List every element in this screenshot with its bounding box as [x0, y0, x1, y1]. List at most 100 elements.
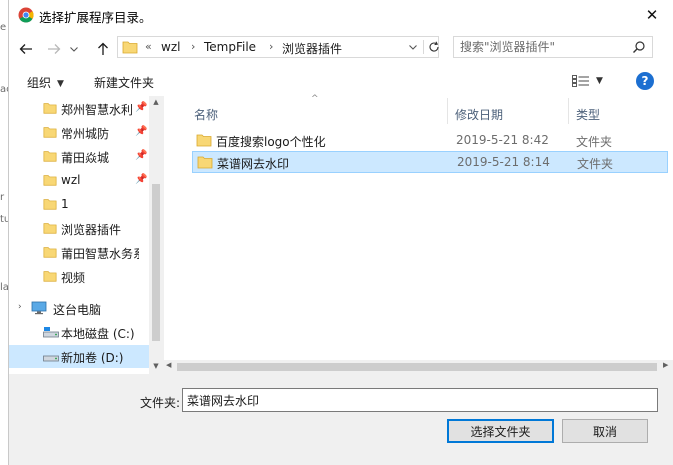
quick-access-label: 莆田焱城 [61, 151, 110, 165]
pin-icon: 📌 [135, 126, 148, 137]
this-pc-label: 这台电脑 [53, 303, 102, 317]
breadcrumb-separator[interactable]: › [269, 40, 273, 53]
up-button[interactable] [92, 39, 114, 59]
file-date: 2019-5-21 8:42 [456, 133, 549, 147]
scroll-up-icon[interactable]: ▲ [151, 98, 161, 106]
quick-access-item[interactable]: 常州城防 📌 [9, 121, 149, 144]
new-folder-button[interactable]: 新建文件夹 [94, 74, 154, 91]
sort-ascending-icon: ^ [311, 94, 319, 104]
change-view-button[interactable]: ▼ [572, 74, 608, 88]
address-bar[interactable]: « wzl › TempFile › 浏览器插件 [117, 36, 439, 58]
breadcrumb-tempfile[interactable]: TempFile [204, 40, 256, 54]
folder-icon [43, 197, 57, 214]
drive-label: 新加卷 (D:) [61, 351, 124, 365]
drive-icon [43, 349, 59, 366]
quick-access-label: 常州城防 [61, 127, 110, 141]
folder-icon [43, 269, 57, 286]
quick-access-item[interactable]: 郑州智慧水利 📌 [9, 97, 149, 120]
column-header-name[interactable]: 名称 [194, 106, 218, 123]
quick-access-label: wzl [61, 173, 81, 187]
title-bar: 选择扩展程序目录。 ✕ [9, 0, 673, 30]
address-divider [423, 40, 424, 54]
quick-access-label: 浏览器插件 [61, 223, 122, 237]
folder-icon [197, 155, 213, 172]
drive-item[interactable]: 本地磁盘 (C:) [9, 321, 149, 344]
folder-icon [43, 101, 57, 118]
arrow-up-icon [98, 42, 108, 55]
cancel-button[interactable]: 取消 [562, 419, 648, 443]
folder-icon [43, 173, 57, 190]
scroll-down-icon[interactable]: ▼ [151, 362, 161, 370]
folder-icon [43, 149, 57, 166]
file-type: 文件夹 [576, 135, 613, 149]
pin-icon: 📌 [135, 150, 148, 161]
column-header-date[interactable]: 修改日期 [455, 106, 503, 123]
quick-access-label: 1 [61, 197, 69, 211]
help-button[interactable]: ? [636, 72, 654, 90]
search-input[interactable] [460, 39, 620, 55]
drive-item[interactable]: 新加卷 (D:) [9, 345, 149, 368]
file-date: 2019-5-21 8:14 [457, 155, 550, 169]
chevron-down-icon [70, 46, 78, 52]
quick-access-item[interactable]: 视频 [9, 265, 149, 288]
quick-access-item[interactable]: 1 [9, 193, 149, 216]
address-dropdown[interactable] [407, 40, 419, 54]
scroll-left-icon[interactable]: ◀ [166, 361, 171, 369]
back-button[interactable] [15, 39, 37, 59]
help-icon: ? [641, 74, 649, 88]
breadcrumb-browser-plugins[interactable]: 浏览器插件 [282, 40, 342, 57]
search-box[interactable] [453, 36, 653, 58]
computer-icon [31, 301, 47, 318]
file-row[interactable]: 百度搜索logo个性化 2019-5-21 8:42 文件夹 [192, 130, 668, 152]
folder-name-field[interactable] [182, 388, 658, 412]
quick-access-item[interactable]: wzl 📌 [9, 169, 149, 192]
scrollbar-thumb[interactable] [177, 363, 657, 371]
command-bar: 组织 ▼ 新建文件夹 ▼ ? [9, 66, 673, 97]
quick-access-item[interactable]: 莆田焱城 📌 [9, 145, 149, 168]
scroll-right-icon[interactable]: ▶ [663, 361, 668, 369]
folder-icon [122, 40, 138, 57]
pin-icon: 📌 [135, 174, 148, 185]
background-text: r [0, 192, 5, 203]
folder-picker-dialog: 选择扩展程序目录。 ✕ « wzl › TempFile › 浏览器插件 搜索"… [8, 0, 673, 465]
refresh-button[interactable] [427, 39, 441, 55]
quick-access-label: 莆田智慧水务系统 [61, 247, 139, 261]
breadcrumb-separator[interactable]: › [191, 40, 195, 53]
search-icon[interactable] [632, 40, 646, 57]
scrollbar-thumb[interactable] [152, 184, 160, 341]
caret-down-icon: ▼ [596, 76, 603, 86]
refresh-icon [429, 41, 439, 52]
folder-field-label: 文件夹: [140, 396, 181, 410]
organize-button[interactable]: 组织 ▼ [27, 74, 64, 91]
arrow-left-icon [19, 44, 32, 54]
chevron-right-icon[interactable]: › [18, 302, 22, 312]
pin-icon: 📌 [135, 102, 148, 113]
breadcrumb-wzl[interactable]: wzl [161, 40, 180, 54]
file-name: 菜谱网去水印 [217, 157, 290, 171]
folder-icon [196, 133, 212, 150]
select-folder-button[interactable]: 选择文件夹 [447, 419, 554, 443]
forward-button[interactable] [43, 39, 65, 59]
file-row[interactable]: 菜谱网去水印 2019-5-21 8:14 文件夹 [192, 151, 668, 173]
arrow-right-icon [48, 44, 61, 54]
quick-access-label: 视频 [61, 271, 86, 285]
organize-label: 组织 [27, 76, 52, 90]
dialog-title: 选择扩展程序目录。 [39, 10, 152, 25]
close-icon: ✕ [645, 6, 659, 24]
quick-access-item[interactable]: 莆田智慧水务系统 [9, 241, 149, 264]
this-pc-item[interactable]: › 这台电脑 [9, 297, 149, 320]
file-type: 文件夹 [577, 157, 614, 171]
recent-locations-dropdown[interactable] [67, 39, 81, 59]
quick-access-item[interactable]: 浏览器插件 [9, 217, 149, 240]
column-header-type[interactable]: 类型 [576, 106, 600, 123]
column-divider[interactable] [568, 98, 569, 124]
close-button[interactable]: ✕ [630, 0, 673, 30]
navigation-pane-scrollbar[interactable]: ▲ ▼ [149, 96, 163, 374]
folder-icon [43, 245, 57, 262]
details-view-icon [572, 75, 589, 87]
chrome-app-icon [18, 7, 34, 23]
navigation-pane: 郑州智慧水利 📌 常州城防 📌 莆田焱城 📌 wzl 📌 1 浏览器插件 莆田智… [9, 96, 163, 374]
column-divider[interactable] [447, 98, 448, 124]
breadcrumb-overflow[interactable]: « [145, 40, 152, 53]
file-list-horizontal-scrollbar[interactable]: ◀ ▶ [163, 360, 673, 374]
